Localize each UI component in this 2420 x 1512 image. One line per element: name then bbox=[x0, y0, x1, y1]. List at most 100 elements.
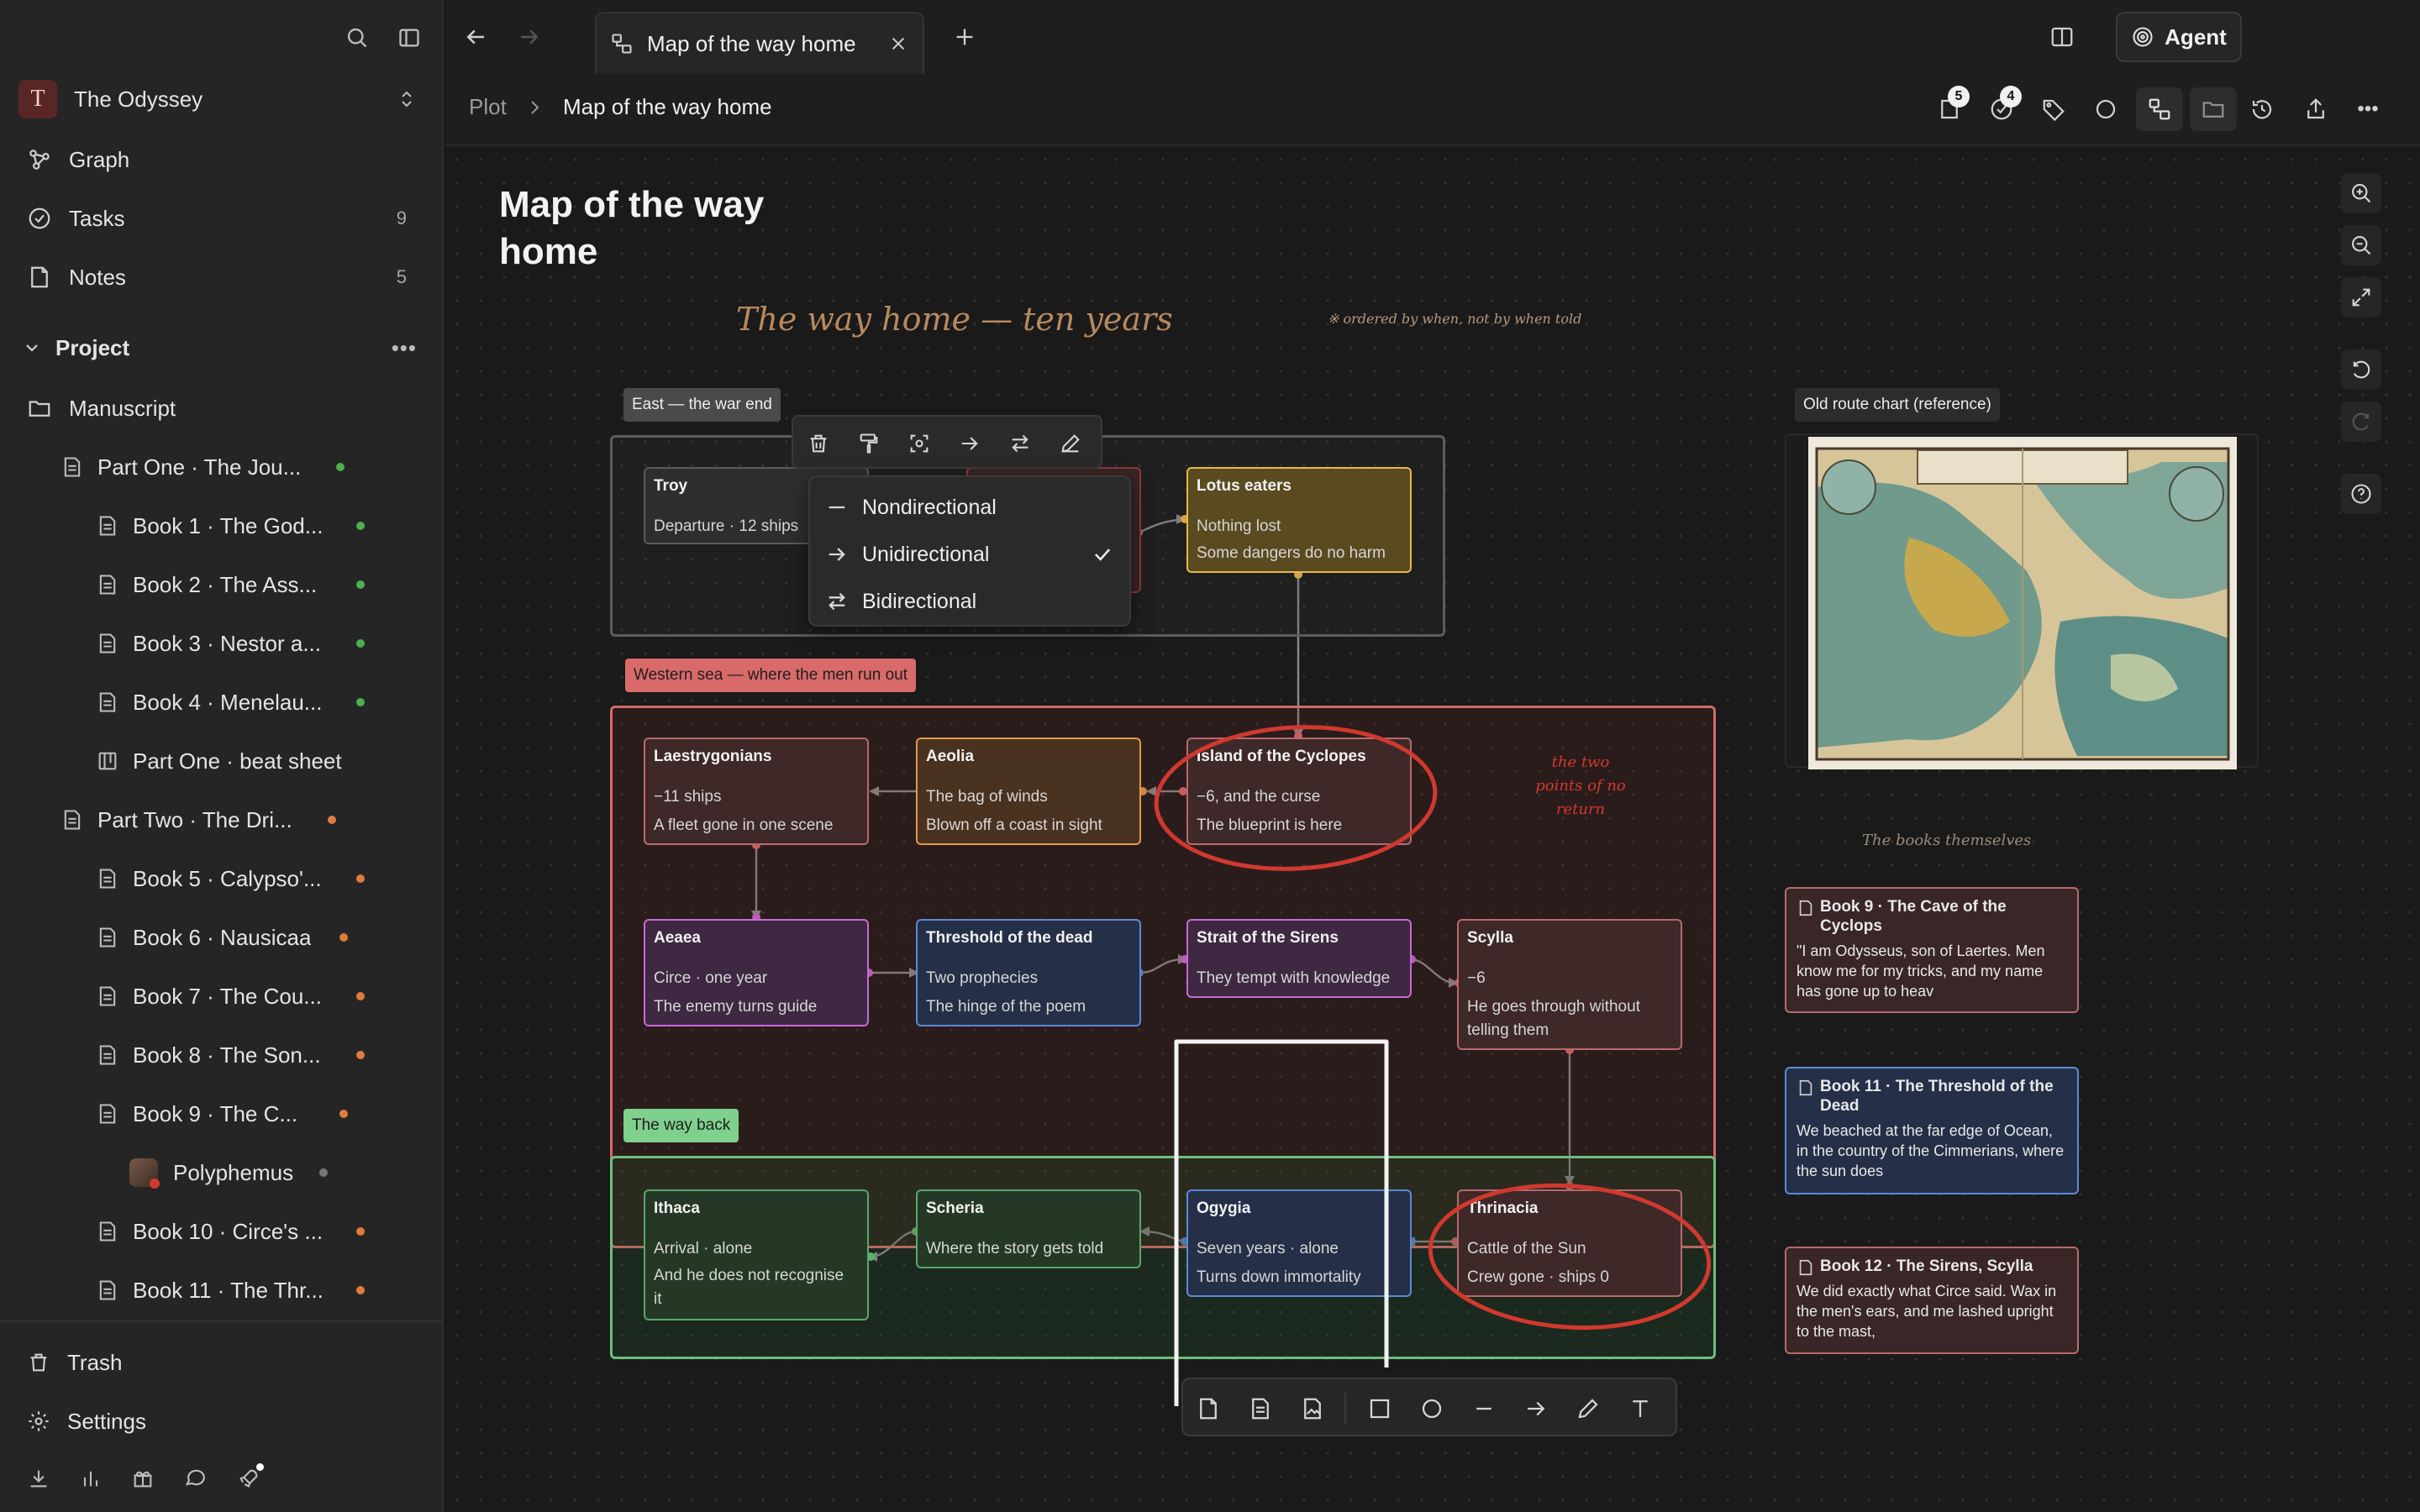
arrow-tool-icon[interactable] bbox=[1511, 1379, 1561, 1438]
more-icon[interactable]: ••• bbox=[392, 335, 417, 361]
book-card-12[interactable]: Book 12 · The Sirens, Scylla We did exac… bbox=[1785, 1247, 2079, 1354]
book-card-11[interactable]: Book 11 · The Threshold of the Dead We b… bbox=[1785, 1067, 2079, 1194]
tree-item-beat-sheet[interactable]: Part One · beat sheet bbox=[0, 746, 442, 776]
menu-item-label: Nondirectional bbox=[862, 495, 997, 519]
swap-direction-icon[interactable] bbox=[1000, 423, 1040, 464]
menu-item-unidirectional[interactable]: Unidirectional bbox=[810, 531, 1129, 578]
help-icon[interactable] bbox=[2341, 474, 2381, 514]
sidebar-item-tasks[interactable]: Tasks 9 bbox=[0, 203, 442, 234]
tree-item-label: Book 7 · The Cou... bbox=[133, 983, 322, 1009]
book-card-9[interactable]: Book 9 · The Cave of the Cyclops "I am O… bbox=[1785, 887, 2079, 1013]
history-icon[interactable] bbox=[2244, 91, 2281, 128]
card-excerpt: We did exactly what Circe said. Wax in t… bbox=[1797, 1283, 2057, 1340]
search-icon[interactable] bbox=[339, 20, 375, 55]
sidebar-item-trash[interactable]: Trash bbox=[0, 1347, 442, 1378]
tree-item-book-3[interactable]: Book 3 · Nestor a... bbox=[0, 628, 442, 659]
breadcrumb-parent[interactable]: Plot bbox=[469, 94, 507, 120]
focus-icon[interactable] bbox=[899, 423, 939, 464]
tree-item-part-two[interactable]: Part Two · The Dri... bbox=[0, 805, 442, 835]
tag-icon[interactable] bbox=[2035, 91, 2072, 128]
paint-roller-icon[interactable] bbox=[849, 423, 889, 464]
menu-item-label: Bidirectional bbox=[862, 589, 977, 613]
new-tab-plus-icon[interactable] bbox=[946, 18, 983, 55]
tree-item-book-9[interactable]: Book 9 · The C... bbox=[0, 1099, 442, 1129]
tree-item-label: Book 8 · The Son... bbox=[133, 1042, 321, 1068]
document-icon bbox=[64, 810, 81, 830]
tree-item-book-7[interactable]: Book 7 · The Cou... bbox=[0, 981, 442, 1011]
tree-item-polyphemus[interactable]: Polyphemus bbox=[0, 1158, 442, 1189]
reference-image-frame[interactable] bbox=[1785, 433, 2259, 769]
points-of-no-return-note[interactable]: the two points of no return bbox=[1526, 751, 1635, 822]
document-icon bbox=[99, 575, 116, 595]
split-view-icon[interactable] bbox=[2044, 18, 2081, 55]
document-icon bbox=[99, 986, 116, 1006]
check-circle-icon bbox=[29, 207, 50, 229]
tree-item-book-1[interactable]: Book 1 · The God... bbox=[0, 511, 442, 541]
tab-active[interactable]: Map of the way home bbox=[595, 12, 924, 74]
tree-item-book-6[interactable]: Book 6 · Nausicaa bbox=[0, 922, 442, 953]
back-arrow-icon[interactable] bbox=[457, 18, 494, 55]
stats-icon[interactable] bbox=[74, 1462, 108, 1495]
chevron-right-icon bbox=[531, 101, 539, 114]
menu-item-nondirectional[interactable]: Nondirectional bbox=[810, 484, 1129, 531]
rectangle-tool-icon[interactable] bbox=[1355, 1379, 1405, 1438]
sidebar-item-settings[interactable]: Settings bbox=[0, 1406, 442, 1436]
sidebar-toggle-icon[interactable] bbox=[392, 20, 427, 55]
canvas-view-icon[interactable] bbox=[2136, 87, 2183, 131]
arrow-right-icon bbox=[829, 548, 845, 561]
status-dot bbox=[356, 698, 365, 706]
tree-item-book-10[interactable]: Book 10 · Circe's ... bbox=[0, 1216, 442, 1247]
download-icon[interactable] bbox=[22, 1462, 55, 1495]
chat-icon[interactable] bbox=[178, 1462, 212, 1495]
tree-item-book-8[interactable]: Book 8 · The Son... bbox=[0, 1040, 442, 1070]
ellipse-tool-icon[interactable] bbox=[1407, 1379, 1457, 1438]
project-section-header[interactable]: Project ••• bbox=[0, 333, 442, 363]
annotations bbox=[1154, 725, 1712, 1406]
menu-item-bidirectional[interactable]: Bidirectional bbox=[810, 578, 1129, 625]
redo-icon[interactable] bbox=[2341, 402, 2381, 442]
tree-item-book-2[interactable]: Book 2 · The Ass... bbox=[0, 570, 442, 600]
tree-item-book-4[interactable]: Book 4 · Menelau... bbox=[0, 687, 442, 717]
notes-badge-icon[interactable]: 5 bbox=[1931, 86, 1970, 128]
close-icon[interactable] bbox=[889, 34, 908, 53]
text-tool-icon[interactable] bbox=[1615, 1379, 1665, 1438]
workspace-switcher[interactable]: T The Odyssey bbox=[0, 79, 442, 119]
app-window: T The Odyssey Graph Tasks 9 Notes 5 Proj… bbox=[0, 0, 2420, 1512]
tree-item-book-11[interactable]: Book 11 · The Thr... bbox=[0, 1275, 442, 1305]
folder-icon[interactable] bbox=[2190, 87, 2237, 131]
pencil-icon[interactable] bbox=[1050, 423, 1091, 464]
tree-item-part-one[interactable]: Part One · The Jou... bbox=[0, 452, 442, 482]
zoom-out-icon[interactable] bbox=[2341, 225, 2381, 265]
forward-arrow-icon[interactable] bbox=[511, 18, 548, 55]
toolbar-divider bbox=[1344, 1393, 1346, 1425]
books-note[interactable]: The books themselves bbox=[1862, 832, 2031, 849]
canvas[interactable]: Map of the way home The way home — ten y… bbox=[445, 148, 2420, 1512]
fit-screen-icon[interactable] bbox=[2341, 277, 2381, 318]
image-tool-icon[interactable] bbox=[1287, 1379, 1338, 1438]
agent-button[interactable]: Agent bbox=[2116, 12, 2242, 62]
status-circle-icon[interactable] bbox=[2087, 91, 2124, 128]
share-icon[interactable] bbox=[2297, 91, 2334, 128]
document-icon bbox=[99, 927, 116, 948]
note-tool-icon[interactable] bbox=[1183, 1379, 1234, 1438]
undo-icon[interactable] bbox=[2341, 349, 2381, 390]
sidebar-item-graph[interactable]: Graph bbox=[0, 144, 442, 175]
gift-icon[interactable] bbox=[126, 1462, 160, 1495]
tasks-badge-icon[interactable]: 4 bbox=[1983, 86, 2022, 128]
line-tool-icon[interactable] bbox=[1459, 1379, 1509, 1438]
image-label[interactable]: Old route chart (reference) bbox=[1795, 388, 2000, 422]
zoom-in-icon[interactable] bbox=[2341, 173, 2381, 213]
more-icon[interactable]: ••• bbox=[2349, 91, 2386, 128]
red-circle-annotation bbox=[1428, 1183, 1712, 1331]
document-tool-icon[interactable] bbox=[1235, 1379, 1286, 1438]
tree-item-book-5[interactable]: Book 5 · Calypso'... bbox=[0, 864, 442, 894]
sidebar-item-notes[interactable]: Notes 5 bbox=[0, 262, 442, 292]
rocket-icon[interactable] bbox=[232, 1462, 266, 1495]
arrow-right-icon[interactable] bbox=[950, 423, 990, 464]
note-icon bbox=[31, 266, 48, 288]
document-icon bbox=[99, 1221, 116, 1242]
pen-tool-icon[interactable] bbox=[1563, 1379, 1613, 1438]
delete-icon[interactable] bbox=[798, 423, 839, 464]
card-excerpt: "I am Odysseus, son of Laertes. Men know… bbox=[1797, 942, 2045, 1000]
tree-item-manuscript[interactable]: Manuscript bbox=[0, 393, 442, 423]
